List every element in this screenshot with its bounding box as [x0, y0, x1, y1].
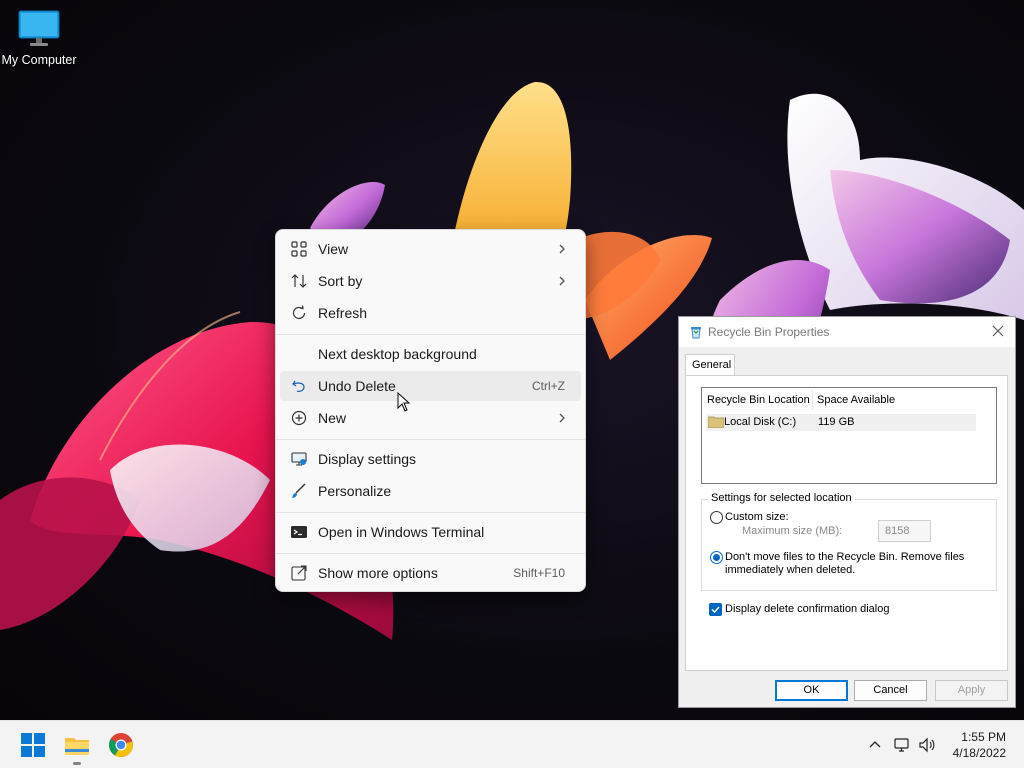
menu-separator [276, 334, 585, 335]
checkmark-icon [711, 606, 720, 614]
menu-item-shortcut: Shift+F10 [513, 566, 565, 580]
menu-item-label: Undo Delete [318, 378, 396, 394]
recycle-bin-icon [691, 327, 701, 339]
chevron-right-icon [559, 276, 565, 286]
list-item-local-disk[interactable]: Local Disk (C:) 119 GB [706, 414, 976, 431]
recycle-bin-properties-dialog: Recycle Bin Properties General Recycle B… [678, 316, 1016, 708]
plus-circle-icon [291, 410, 307, 426]
grid-icon [291, 241, 307, 257]
volume-icon[interactable] [918, 736, 936, 754]
chevron-right-icon [559, 244, 565, 254]
menu-item-personalize[interactable]: Personalize [280, 476, 581, 506]
tab-general[interactable]: General [685, 354, 735, 376]
column-header-location[interactable]: Recycle Bin Location [707, 394, 810, 406]
chevron-up-icon[interactable] [866, 736, 884, 754]
refresh-icon [292, 305, 306, 319]
menu-separator [276, 439, 585, 440]
desktop-icon-label: My Computer [1, 53, 77, 67]
close-icon[interactable] [991, 324, 1005, 338]
menu-item-label: Show more options [318, 565, 438, 581]
menu-item-show-more-options[interactable]: Show more options Shift+F10 [280, 558, 581, 588]
menu-item-label: Sort by [318, 273, 363, 289]
list-cell-space: 119 GB [818, 416, 855, 428]
desktop-context-menu: View Sort by Refresh Next desktop backgr… [275, 229, 586, 592]
apply-button[interactable]: Apply [935, 680, 1008, 701]
menu-item-next-desktop-background[interactable]: Next desktop background [280, 339, 581, 369]
menu-item-label: Next desktop background [318, 346, 477, 362]
menu-item-open-windows-terminal[interactable]: Open in Windows Terminal [280, 517, 581, 547]
menu-item-label: View [318, 241, 349, 257]
running-indicator [73, 762, 81, 765]
menu-item-label: New [318, 410, 347, 426]
taskbar: 1:55 PM 4/18/2022 [0, 720, 1024, 768]
general-tab-panel: Recycle Bin Location Space Available Loc… [685, 375, 1008, 671]
menu-item-undo-delete[interactable]: Undo Delete Ctrl+Z [280, 371, 581, 401]
chevron-right-icon [559, 413, 565, 423]
sort-icon [291, 274, 307, 288]
list-cell-location: Local Disk (C:) [724, 416, 797, 428]
menu-item-refresh[interactable]: Refresh [280, 298, 581, 328]
settings-group: Settings for selected location Custom si… [701, 492, 997, 591]
max-size-input[interactable]: 8158 [878, 520, 931, 542]
column-divider [812, 390, 813, 410]
menu-separator [276, 553, 585, 554]
custom-size-label: Custom size: [725, 511, 789, 523]
column-header-space[interactable]: Space Available [817, 394, 895, 406]
clock-time: 1:55 PM [961, 730, 1006, 744]
undo-icon [292, 380, 305, 392]
dialog-title: Recycle Bin Properties [708, 325, 830, 339]
monitor-icon [18, 10, 60, 46]
menu-item-label: Personalize [318, 483, 392, 499]
confirmation-checkbox[interactable] [709, 603, 722, 616]
brush-icon [292, 483, 306, 498]
location-list[interactable]: Recycle Bin Location Space Available Loc… [701, 387, 997, 484]
desktop-icon-my-computer[interactable]: My Computer [0, 8, 78, 67]
menu-item-view[interactable]: View [280, 234, 581, 264]
share-icon [291, 565, 307, 581]
cancel-button[interactable]: Cancel [854, 680, 927, 701]
dont-move-label-line2: immediately when deleted. [725, 564, 856, 576]
max-size-label: Maximum size (MB): [742, 525, 843, 537]
confirmation-label: Display delete confirmation dialog [725, 603, 890, 615]
dialog-titlebar[interactable]: Recycle Bin Properties [679, 317, 1015, 347]
file-explorer-icon[interactable] [63, 731, 91, 759]
mouse-cursor-icon [397, 392, 411, 412]
custom-size-radio[interactable] [710, 511, 723, 524]
windows-start-icon[interactable] [19, 731, 47, 759]
menu-item-sort-by[interactable]: Sort by [280, 266, 581, 296]
menu-item-label: Refresh [318, 305, 368, 321]
terminal-icon [291, 526, 307, 538]
menu-separator [276, 512, 585, 513]
folder-icon [708, 416, 724, 428]
menu-item-label: Display settings [318, 451, 417, 467]
menu-item-display-settings[interactable]: Display settings [280, 444, 581, 474]
system-clock[interactable]: 1:55 PM 4/18/2022 [953, 729, 1006, 761]
chrome-icon[interactable] [107, 731, 135, 759]
display-icon [291, 452, 307, 466]
network-icon[interactable] [893, 736, 911, 754]
settings-group-label: Settings for selected location [708, 492, 855, 504]
menu-item-label: Open in Windows Terminal [318, 524, 485, 540]
clock-date: 4/18/2022 [952, 746, 1006, 760]
dont-move-files-radio[interactable] [710, 551, 723, 564]
menu-item-shortcut: Ctrl+Z [532, 379, 565, 393]
menu-item-new[interactable]: New [280, 403, 581, 433]
dont-move-label-line1: Don't move files to the Recycle Bin. Rem… [725, 551, 965, 563]
ok-button[interactable]: OK [775, 680, 848, 701]
